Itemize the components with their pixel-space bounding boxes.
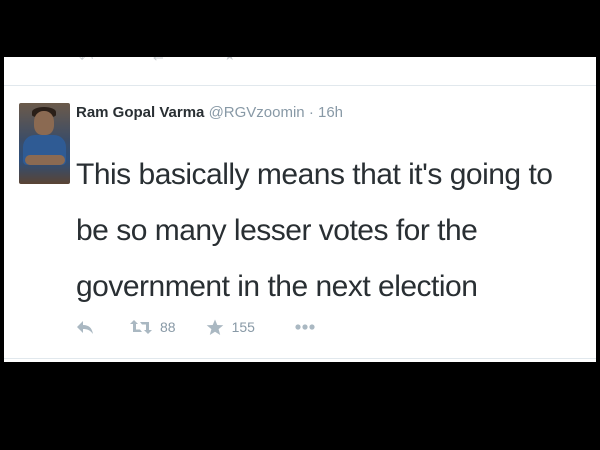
tweet-header: Ram Gopal Varma @RGVzoomin · 16h [76,103,343,123]
display-name[interactable]: Ram Gopal Varma [76,104,204,121]
more-options-button[interactable] [295,323,315,331]
previous-star-icon: ★ [224,57,236,64]
previous-retweet-icon: ⇄ [153,57,164,64]
retweet-icon [130,319,152,335]
timestamp[interactable]: 16h [318,104,343,121]
star-icon [206,319,224,336]
tweet-divider [4,85,596,86]
favorite-button[interactable]: 155 [206,319,255,336]
retweet-button[interactable]: 88 [130,319,176,335]
reply-icon [76,319,94,335]
screenshot-frame: ⤺ ⇄ ★ Ram Gopal Varma @RGVzoomin · 16h T… [0,0,600,450]
more-dots-icon [295,323,315,331]
reply-button[interactable] [76,319,94,335]
previous-tweet-actions: ⤺ ⇄ ★ [79,57,235,64]
tweet-actions: 88 155 [76,315,315,339]
avatar[interactable] [19,103,70,184]
user-handle[interactable]: @RGVzoomin [209,104,305,121]
time-separator: · [308,104,314,121]
tweet-bottom-border [4,358,596,359]
retweet-count: 88 [160,319,176,335]
favorite-count: 155 [231,319,255,335]
tweet-text: This basically means that it's going to … [76,158,553,303]
previous-reply-icon: ⤺ [79,57,93,64]
tweet-card: ⤺ ⇄ ★ Ram Gopal Varma @RGVzoomin · 16h T… [4,57,596,362]
